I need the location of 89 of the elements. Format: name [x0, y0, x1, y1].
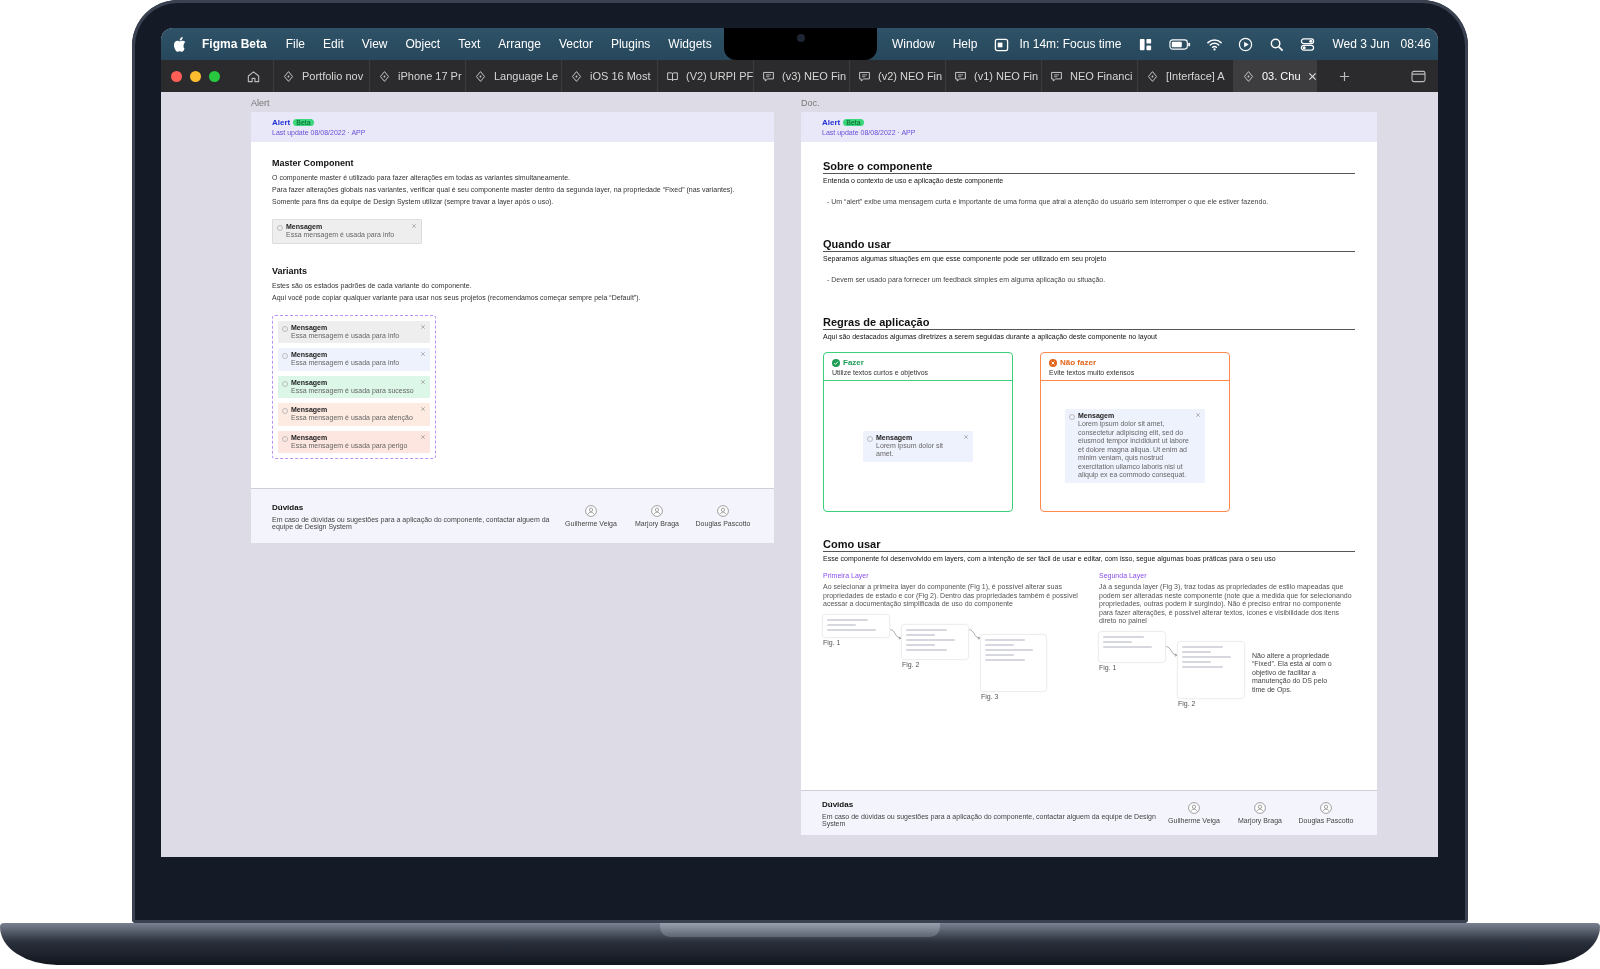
- control-center-icon[interactable]: [1300, 36, 1316, 52]
- card-title: Não fazer: [1060, 358, 1096, 367]
- clock[interactable]: 08:46: [1398, 37, 1438, 51]
- frame-label[interactable]: Alert: [251, 98, 774, 108]
- file-tab[interactable]: iPhone 17 Pr: [369, 60, 465, 92]
- avatar-icon: [717, 505, 729, 517]
- section-title: Variants: [272, 265, 308, 276]
- file-tab[interactable]: 03. Chu: [1233, 60, 1317, 92]
- panel-drawing: [823, 614, 889, 637]
- component-icon: [474, 69, 487, 83]
- close-icon: [420, 406, 426, 412]
- avatar-icon: [1188, 802, 1200, 814]
- menu-item[interactable]: Edit: [314, 37, 353, 51]
- file-tab[interactable]: (v2) NEO Fin: [849, 60, 945, 92]
- footer-title: Dúvidas: [272, 502, 305, 512]
- menu-item[interactable]: View: [352, 37, 397, 51]
- home-icon[interactable]: [246, 68, 261, 84]
- file-tab[interactable]: (v3) NEO Fin: [753, 60, 849, 92]
- menu-item[interactable]: Plugins: [601, 37, 660, 51]
- close-icon: [1195, 412, 1201, 419]
- menu-item[interactable]: Help: [943, 37, 987, 51]
- apple-icon[interactable]: [173, 36, 186, 52]
- play-icon[interactable]: [1238, 36, 1254, 52]
- sidebar-toggle-icon[interactable]: [1411, 69, 1426, 83]
- avatar-icon: [651, 505, 663, 517]
- section-title: Master Component: [272, 158, 354, 168]
- close-icon: [420, 323, 426, 330]
- connector-arrow: [890, 628, 901, 640]
- panel-drawing: [902, 624, 968, 659]
- section-heading: Quando usar: [823, 238, 1355, 252]
- panel-drawing: [981, 634, 1046, 691]
- battery-icon[interactable]: [1169, 36, 1192, 52]
- section-heading: Regras de aplicação: [823, 316, 1355, 330]
- close-tab-icon[interactable]: [1307, 71, 1317, 81]
- close-icon: [963, 433, 969, 440]
- card-title: Fazer: [843, 358, 864, 367]
- close-icon: [420, 433, 426, 440]
- menu-item[interactable]: File: [276, 37, 315, 51]
- focus-status[interactable]: In 14m: Focus time: [1017, 37, 1131, 51]
- wifi-icon[interactable]: [1207, 36, 1223, 52]
- component-title: Alert: [272, 118, 291, 127]
- connector-arrow: [1166, 645, 1177, 657]
- close-icon: [411, 223, 417, 229]
- calendar-icon[interactable]: [994, 36, 1010, 52]
- check-icon: [832, 358, 840, 367]
- zoom-window-button[interactable]: [209, 70, 220, 82]
- panel-drawing: [1178, 641, 1244, 698]
- app-name[interactable]: Figma Beta: [202, 37, 267, 51]
- section-heading: Sobre o componente: [823, 160, 1355, 174]
- close-window-button[interactable]: [171, 70, 182, 82]
- file-tab[interactable]: NEO Financi: [1041, 60, 1137, 92]
- file-tab[interactable]: Portfolio nov: [273, 60, 369, 92]
- chat-icon: [858, 69, 871, 83]
- chat-icon: [762, 69, 775, 83]
- component-icon: [1146, 69, 1159, 83]
- section-heading: Como usar: [823, 538, 1355, 552]
- menu-item[interactable]: Window: [883, 37, 944, 51]
- new-tab-icon[interactable]: [1339, 70, 1350, 82]
- chat-icon: [954, 69, 967, 83]
- menu-item[interactable]: Object: [396, 37, 450, 51]
- search-icon[interactable]: [1269, 36, 1285, 52]
- component-icon: [282, 69, 295, 83]
- avatar-icon: [1254, 802, 1266, 814]
- chat-icon: [1050, 69, 1063, 83]
- menu-item[interactable]: Arrange: [489, 37, 550, 51]
- menu-item[interactable]: Text: [449, 37, 490, 51]
- footer-title: Dúvidas: [822, 799, 855, 809]
- file-tab[interactable]: iOS 16 Most: [561, 60, 657, 92]
- avatar-icon: [585, 505, 597, 517]
- cross-icon: [1049, 358, 1057, 367]
- minimize-window-button[interactable]: [190, 70, 201, 82]
- close-icon: [420, 378, 426, 385]
- menu-item[interactable]: Vector: [549, 37, 602, 51]
- component-icon: [570, 69, 583, 83]
- frame-label[interactable]: Doc.: [801, 98, 1377, 108]
- connector-arrow: [969, 628, 980, 640]
- component-icon: [378, 69, 391, 83]
- book-icon: [666, 69, 679, 83]
- panel-drawing: [1099, 631, 1165, 662]
- component-title: Alert: [822, 118, 841, 127]
- close-icon: [420, 351, 426, 357]
- layout-icon[interactable]: [1138, 36, 1154, 52]
- file-tab[interactable]: (V2) URPI PF: [657, 60, 753, 92]
- component-icon: [1242, 69, 1255, 83]
- date[interactable]: Wed 3 Jun: [1323, 37, 1399, 51]
- file-tab[interactable]: Language Le: [465, 60, 561, 92]
- avatar-icon: [1320, 802, 1332, 814]
- file-tab[interactable]: (v1) NEO Fin: [945, 60, 1041, 92]
- menu-item[interactable]: Widgets: [659, 37, 721, 51]
